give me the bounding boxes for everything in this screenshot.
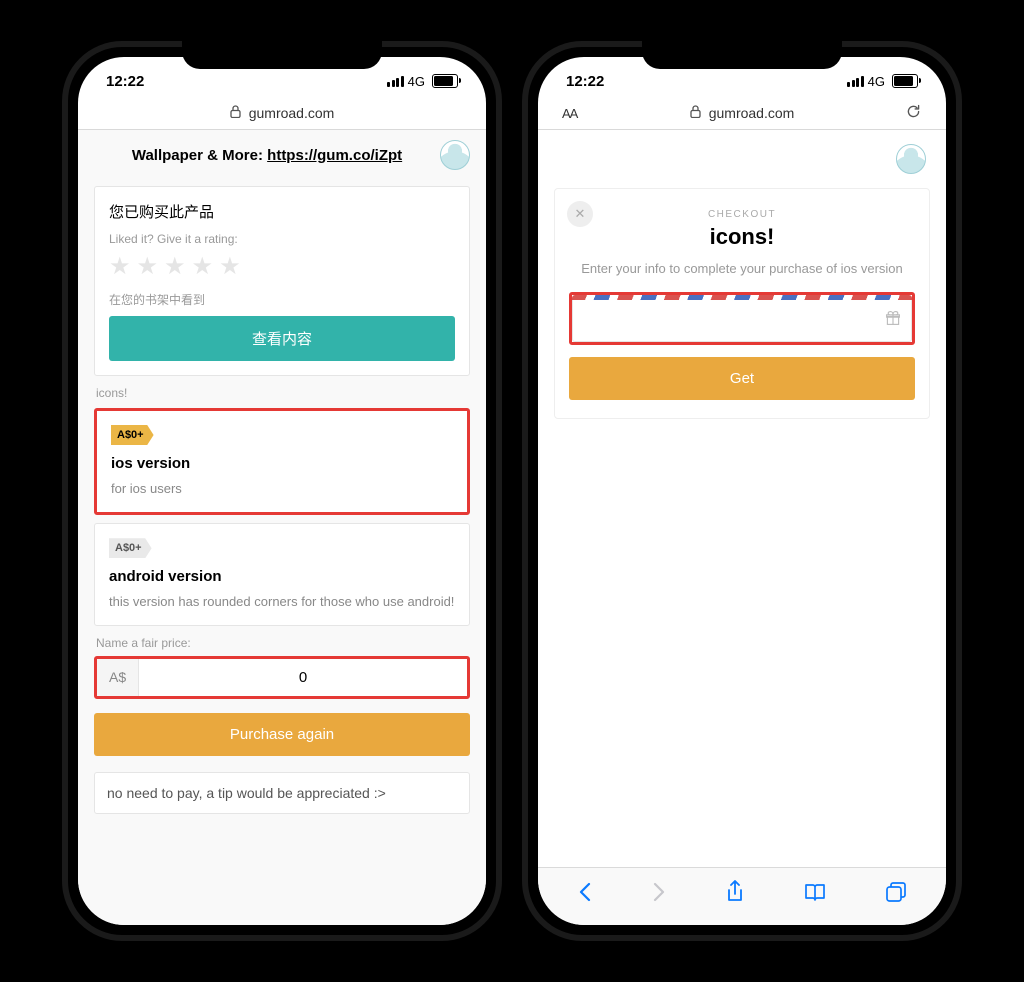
option-ios-title: ios version [111, 455, 453, 472]
purchased-card: 您已购买此产品 Liked it? Give it a rating: ★ ★ … [94, 186, 470, 376]
url-bar[interactable]: gumroad.com [78, 99, 486, 130]
signal-icon [387, 76, 404, 87]
price-input[interactable] [139, 659, 467, 696]
star-rating[interactable]: ★ ★ ★ ★ ★ [109, 252, 455, 281]
lock-icon [230, 105, 241, 121]
checkout-title: icons! [569, 224, 915, 250]
purchase-again-button[interactable]: Purchase again [94, 713, 470, 756]
price-input-row[interactable]: A$ [94, 656, 470, 699]
checkout-label: CHECKOUT [569, 209, 915, 220]
notch [642, 41, 842, 69]
star-icon[interactable]: ★ [164, 252, 186, 281]
checkout-subtitle: Enter your info to complete your purchas… [569, 260, 915, 278]
status-right: 4G [847, 74, 918, 89]
content-right: ✕ CHECKOUT icons! Enter your info to com… [538, 130, 946, 867]
screen-left: 12:22 4G gumroad.com Wallpaper & More: h… [78, 57, 486, 925]
star-icon[interactable]: ★ [137, 252, 159, 281]
network-label: 4G [408, 74, 425, 89]
view-content-button[interactable]: 查看内容 [109, 316, 455, 361]
content-left: Wallpaper & More: https://gum.co/iZpt 您已… [78, 130, 486, 925]
option-android[interactable]: A$0+ android version this version has ro… [94, 523, 470, 626]
signal-icon [847, 76, 864, 87]
lock-icon [690, 105, 701, 121]
page-title: Wallpaper & More: https://gum.co/iZpt [94, 147, 440, 164]
get-button[interactable]: Get [569, 357, 915, 400]
header-prefix: Wallpaper & More: [132, 147, 267, 164]
url-domain: gumroad.com [249, 105, 335, 121]
reader-aa-icon[interactable]: AA [562, 106, 577, 121]
tip-note: no need to pay, a tip would be appreciat… [94, 772, 470, 814]
option-android-desc: this version has rounded corners for tho… [109, 593, 455, 611]
gift-icon[interactable] [885, 310, 901, 331]
battery-icon [892, 74, 918, 88]
email-input[interactable] [583, 312, 885, 330]
star-icon[interactable]: ★ [109, 252, 131, 281]
refresh-icon[interactable] [905, 103, 922, 123]
star-icon[interactable]: ★ [219, 252, 241, 281]
back-button[interactable] [577, 882, 593, 907]
close-button[interactable]: ✕ [567, 201, 593, 227]
purchased-msg: 您已购买此产品 [109, 201, 455, 222]
avatar[interactable] [896, 144, 926, 174]
battery-icon [432, 74, 458, 88]
bookmarks-button[interactable] [803, 882, 827, 907]
fair-price-label: Name a fair price: [96, 636, 468, 650]
network-label: 4G [868, 74, 885, 89]
phone-frame-right: 12:22 4G AA gumroad.com ✕ CHECKOUT [522, 41, 962, 941]
status-right: 4G [387, 74, 458, 89]
section-label: icons! [96, 386, 468, 400]
option-android-title: android version [109, 568, 455, 585]
option-ios-desc: for ios users [111, 480, 453, 498]
share-button[interactable] [725, 880, 745, 909]
notch [182, 41, 382, 69]
url-domain: gumroad.com [709, 105, 795, 121]
price-tag-android: A$0+ [109, 538, 152, 558]
option-ios[interactable]: A$0+ ios version for ios users [94, 408, 470, 515]
clock: 12:22 [106, 73, 144, 90]
rating-prompt: Liked it? Give it a rating: [109, 232, 455, 246]
browser-toolbar [538, 867, 946, 925]
url-bar[interactable]: AA gumroad.com [538, 99, 946, 130]
forward-button [651, 882, 667, 907]
star-icon[interactable]: ★ [192, 252, 214, 281]
screen-right: 12:22 4G AA gumroad.com ✕ CHECKOUT [538, 57, 946, 925]
shelf-note: 在您的书架中看到 [109, 291, 455, 308]
currency-prefix: A$ [97, 659, 139, 696]
checkout-card: ✕ CHECKOUT icons! Enter your info to com… [554, 188, 930, 419]
tabs-button[interactable] [885, 881, 907, 908]
avatar-row [554, 130, 930, 184]
phone-frame-left: 12:22 4G gumroad.com Wallpaper & More: h… [62, 41, 502, 941]
header-link[interactable]: https://gum.co/iZpt [267, 147, 402, 164]
price-tag-ios: A$0+ [111, 425, 154, 445]
clock: 12:22 [566, 73, 604, 90]
email-field-wrapper [569, 292, 915, 345]
avatar[interactable] [440, 140, 470, 170]
header-row: Wallpaper & More: https://gum.co/iZpt [94, 130, 470, 178]
